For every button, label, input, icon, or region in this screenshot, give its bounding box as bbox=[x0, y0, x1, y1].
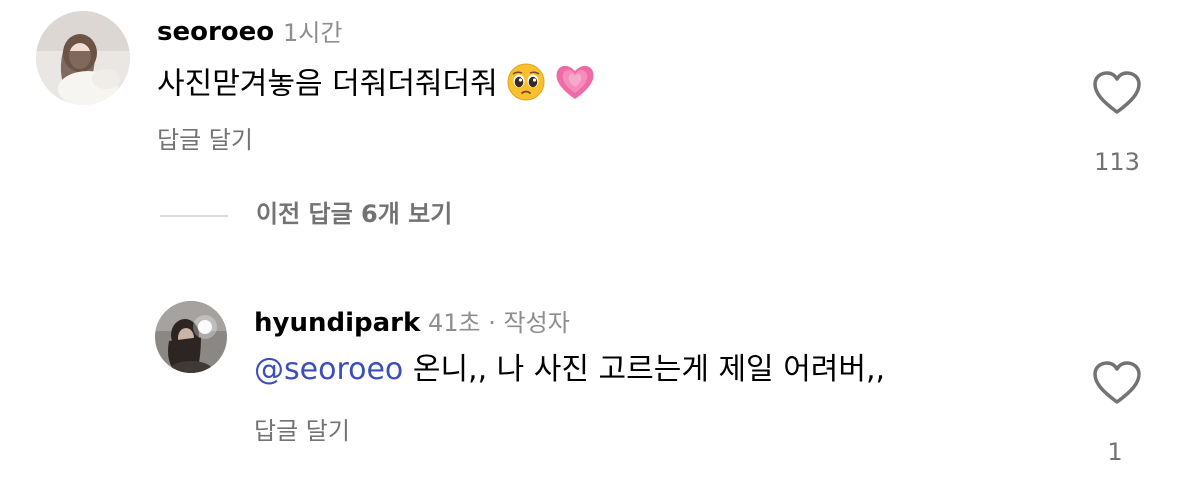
like-count: 113 bbox=[1094, 148, 1140, 176]
like-heart-icon[interactable] bbox=[1092, 71, 1142, 115]
reply-username[interactable]: hyundipark bbox=[254, 310, 420, 336]
comment-text: 사진맏겨놓음 더줘더줘더줘 bbox=[157, 66, 498, 102]
meta-separator: · bbox=[488, 309, 496, 337]
reply-timestamp: 41초 bbox=[428, 309, 481, 337]
avatar[interactable] bbox=[155, 301, 227, 373]
comment-thread: seoroeo 1시간 사진맏겨놓음 더줘더줘더줘 답글 달기 113 이전 답… bbox=[0, 0, 1200, 493]
comment-username[interactable]: seoroeo bbox=[157, 19, 274, 45]
reply-button[interactable]: 답글 달기 bbox=[254, 419, 350, 443]
comment-text-row: 사진맏겨놓음 더줘더줘더줘 bbox=[157, 62, 596, 108]
like-count: 1 bbox=[1107, 438, 1123, 466]
avatar[interactable] bbox=[36, 11, 130, 105]
reply-text: 온니,, 나 사진 고르는게 제일 어려버,, bbox=[412, 352, 886, 387]
author-badge: 작성자 bbox=[503, 309, 570, 337]
reply-meta: 41초 · 작성자 bbox=[428, 311, 570, 335]
comment-timestamp: 1시간 bbox=[283, 19, 343, 47]
replies-divider bbox=[160, 215, 228, 217]
view-previous-replies-button[interactable]: 이전 답글 6개 보기 bbox=[256, 202, 452, 226]
pleading-face-icon bbox=[506, 62, 546, 108]
growing-heart-icon bbox=[554, 62, 596, 108]
like-heart-icon[interactable] bbox=[1092, 361, 1142, 405]
reply-text-row: @seoroeo 온니,, 나 사진 고르는게 제일 어려버,, bbox=[254, 355, 885, 385]
mention-link[interactable]: @seoroeo bbox=[254, 352, 403, 387]
reply-button[interactable]: 답글 달기 bbox=[157, 128, 253, 152]
